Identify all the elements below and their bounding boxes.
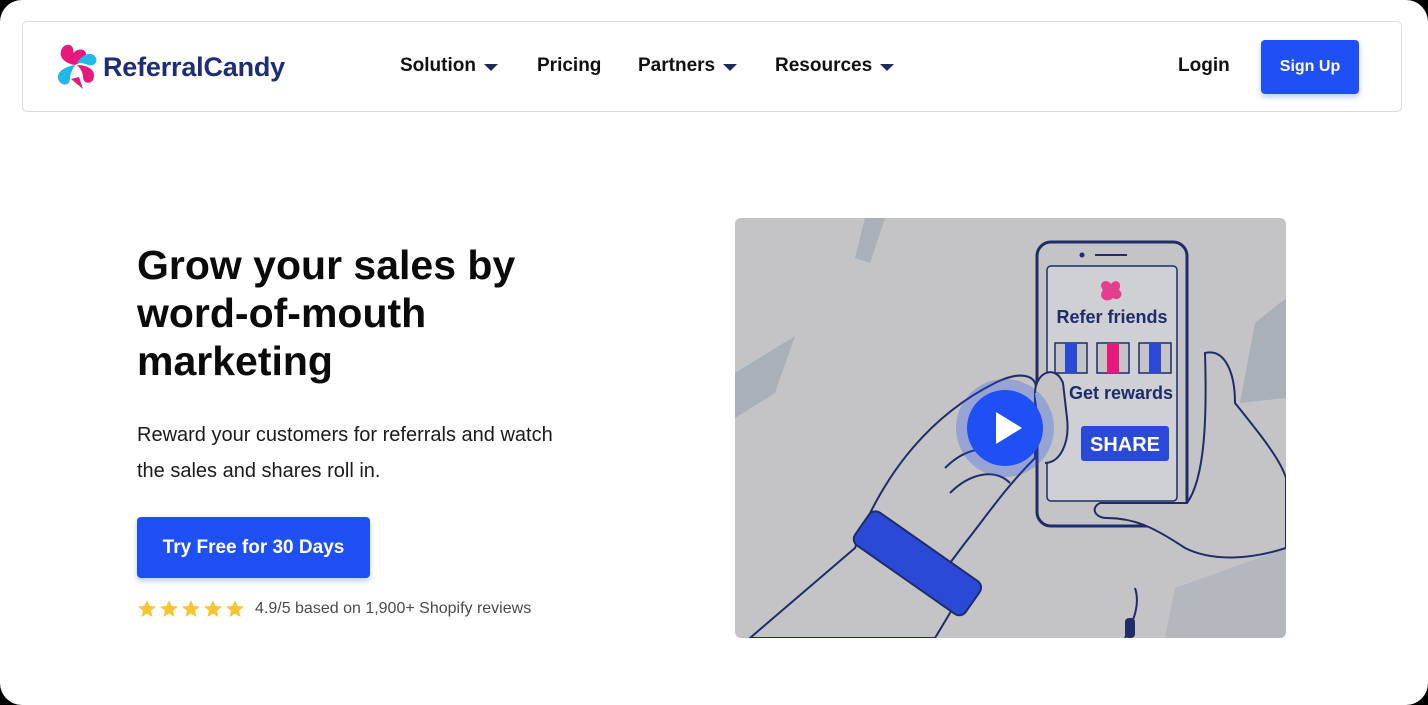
star-icon	[138, 600, 156, 617]
star-icon	[160, 600, 178, 617]
referralcandy-logo-icon	[57, 44, 97, 89]
logo[interactable]: ReferralCandy	[53, 42, 285, 92]
nav-partners[interactable]: Partners	[638, 55, 738, 77]
phone-subheading: Get rewards	[1069, 383, 1173, 403]
hero-title-line: Grow your sales by	[137, 242, 516, 288]
star-icon	[182, 600, 200, 617]
play-icon	[996, 412, 1022, 444]
star-icon	[204, 600, 222, 617]
brand-name: ReferralCandy	[103, 51, 285, 82]
chevron-down-icon	[483, 64, 498, 71]
login-link[interactable]: Login	[1178, 55, 1230, 77]
chevron-down-icon	[723, 64, 738, 71]
signup-button[interactable]: Sign Up	[1261, 40, 1359, 94]
navbar: ReferralCandy Solution Pricing Partners …	[22, 21, 1402, 112]
hero-title: Grow your sales by word-of-mouth marketi…	[137, 241, 597, 385]
nav-solution[interactable]: Solution	[400, 55, 498, 77]
rating: 4.9/5 based on 1,900+ Shopify reviews	[137, 599, 531, 619]
rating-stars	[137, 599, 245, 619]
play-button-inner	[967, 390, 1043, 466]
nav-pricing-label: Pricing	[537, 55, 602, 76]
play-button[interactable]	[956, 379, 1054, 477]
nav-solution-label: Solution	[400, 55, 476, 76]
chevron-down-icon	[880, 64, 895, 71]
star-icon	[226, 600, 244, 617]
nav-pricing[interactable]: Pricing	[537, 55, 601, 77]
try-free-button[interactable]: Try Free for 30 Days	[137, 517, 370, 578]
hero-subtitle: Reward your customers for referrals and …	[137, 417, 607, 489]
nav-resources[interactable]: Resources	[775, 55, 895, 77]
page: ReferralCandy Solution Pricing Partners …	[0, 0, 1428, 705]
rating-text: 4.9/5 based on 1,900+ Shopify reviews	[255, 600, 532, 617]
video-player[interactable]: Refer friends Get rewards SHARE	[735, 218, 1286, 638]
hero-title-line: marketing	[137, 338, 333, 384]
phone-heading: Refer friends	[1056, 307, 1167, 327]
hero-subtitle-line: Reward your customers for referrals and …	[137, 424, 553, 446]
phone-share-button: SHARE	[1090, 434, 1160, 456]
nav-resources-label: Resources	[775, 55, 873, 76]
nav-partners-label: Partners	[638, 55, 716, 76]
hero-subtitle-line: the sales and shares roll in.	[137, 460, 381, 482]
hero-title-line: word-of-mouth	[137, 290, 427, 336]
